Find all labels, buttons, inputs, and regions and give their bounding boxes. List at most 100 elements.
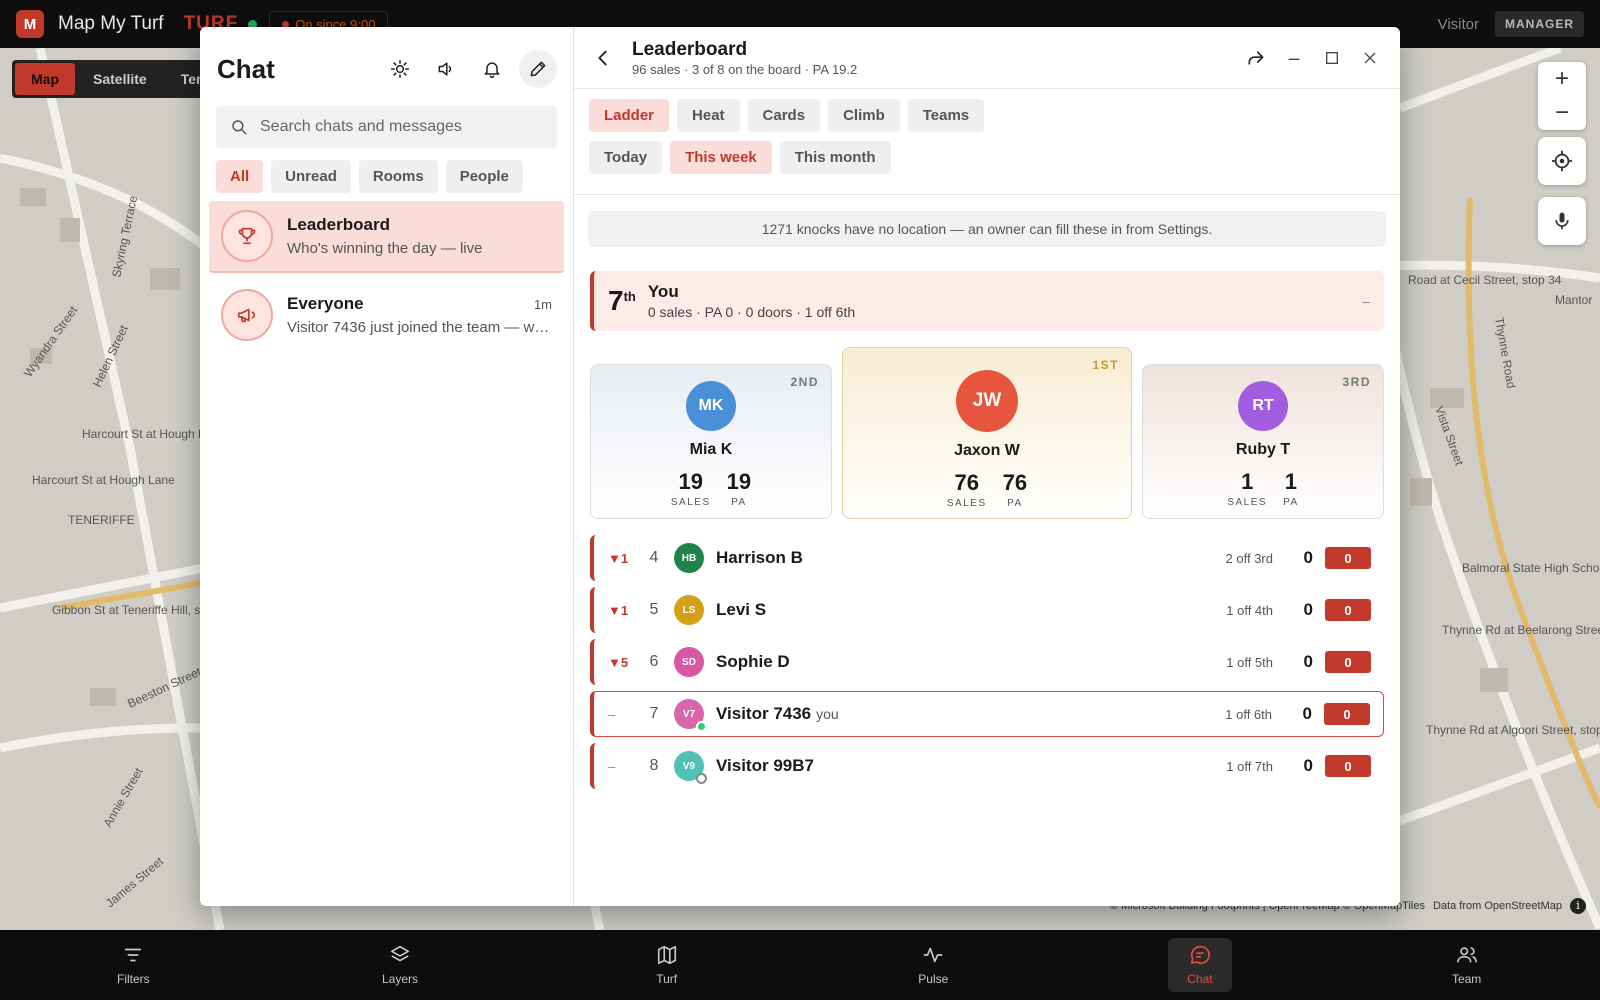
nav-label: Filters [116,972,150,986]
ladder-row[interactable]: – 8 V9 Visitor 99B7 1 off 7th 0 0 [590,743,1384,789]
nav-layers[interactable]: Layers [368,938,432,992]
voice-button[interactable] [1538,197,1586,245]
locate-button[interactable] [1538,137,1586,185]
avatar: RT [1238,381,1288,431]
ladder-row[interactable]: ▼1 5 LS Levi S 1 off 4th 0 0 [590,587,1384,633]
theme-button[interactable] [381,50,419,88]
ladder-row[interactable]: ▼5 6 SD Sophie D 1 off 5th 0 0 [590,639,1384,685]
player-name: Sophie D [716,652,790,671]
tab-heat[interactable]: Heat [677,99,740,132]
notifications-button[interactable] [473,50,511,88]
period-tabs: Today This week This month [574,132,1400,195]
view-tabs: Ladder Heat Cards Climb Teams [574,89,1400,132]
zoom-in-button[interactable]: + [1538,62,1586,96]
rank-change: ▼5 [608,654,629,670]
conversation-everyone[interactable]: Everyone 1m Visitor 7436 just joined the … [209,279,564,351]
close-icon [1364,52,1376,63]
chat-header: Chat [200,27,573,91]
rank-change: ▼1 [608,602,629,618]
player-name: Harrison B [716,548,803,567]
sales-value: 0 [1303,600,1313,619]
nav-turf[interactable]: Turf [635,938,699,992]
nav-pulse[interactable]: Pulse [901,938,965,992]
map-tab-satellite[interactable]: Satellite [77,63,163,95]
avatar: V7 [674,699,707,732]
pencil-icon [530,61,546,77]
score-badge: 0 [1325,547,1371,569]
podium-card-second[interactable]: 2ND MK Mia K 19 SALES 19 PA [590,364,832,519]
app-logo[interactable]: M [16,10,44,38]
map-tab-map[interactable]: Map [15,63,75,95]
maximize-button[interactable] [1320,46,1344,70]
gap-text: 1 off 4th [1226,602,1273,618]
chat-title: Chat [217,53,275,84]
period-this-week[interactable]: This week [670,141,772,174]
filter-all[interactable]: All [216,160,264,193]
street-label: Annie Street [100,765,145,830]
nav-chat[interactable]: Chat [1167,938,1232,992]
conversation-avatar [221,289,273,341]
filter-unread[interactable]: Unread [271,160,351,193]
conversation-list: Leaderboard Who's winning the day — live… [200,201,573,351]
your-rank-suffix: th [623,289,636,304]
attribution-link[interactable]: Data from OpenStreetMap [1433,900,1562,912]
ladder-row-you[interactable]: – 7 V7 Visitor 7436 you 1 off 6th 0 0 [590,691,1384,737]
podium-pa: 1 [1284,469,1297,494]
podium-place: 3RD [1342,375,1371,389]
podium-card-first[interactable]: 1ST JW Jaxon W 76 SALES 76 PA [842,347,1132,519]
chat-sidebar: Chat All Unread Ro [200,27,574,906]
period-today[interactable]: Today [589,141,663,174]
podium-place: 1ST [1092,358,1119,372]
info-icon[interactable]: i [1570,898,1586,914]
conversation-time: 1m [533,296,552,312]
tab-ladder[interactable]: Ladder [589,99,670,132]
avatar: JW [956,370,1018,432]
rank-number: 7 [649,705,659,722]
stop-label: Thynne Rd at Beelarong Street, stop 31 [1442,623,1600,637]
user-name[interactable]: Visitor [1438,16,1479,33]
suburb-label: TENERIFFE [68,513,135,527]
search-input[interactable] [260,118,540,136]
nav-team[interactable]: Team [1435,938,1499,992]
nav-filters[interactable]: Filters [101,938,165,992]
online-status-dot [696,721,707,732]
compose-button[interactable] [519,50,557,88]
zoom-out-button[interactable]: − [1538,96,1586,130]
podium-card-third[interactable]: 3RD RT Ruby T 1 SALES 1 PA [1142,364,1384,519]
sound-button[interactable] [427,50,465,88]
tab-cards[interactable]: Cards [747,99,821,132]
conversation-leaderboard[interactable]: Leaderboard Who's winning the day — live [209,201,564,273]
minimize-button[interactable] [1282,46,1306,70]
chat-filters: All Unread Rooms People [216,160,557,193]
tab-teams[interactable]: Teams [907,99,985,132]
avatar: SD [674,647,704,677]
period-this-month[interactable]: This month [779,141,891,174]
close-button[interactable] [1358,46,1382,70]
leaderboard-header: Leaderboard 96 sales · 3 of 8 on the boa… [574,27,1400,89]
your-stats: 0 sales · PA 0 · 0 doors · 1 off 6th [647,304,856,320]
tab-climb[interactable]: Climb [828,99,900,132]
share-button[interactable] [1244,46,1268,70]
back-icon[interactable] [592,47,614,69]
search-icon [232,120,247,135]
microphone-icon [1555,212,1569,230]
player-name: Visitor 7436 you [716,704,839,724]
your-name: You [647,282,679,301]
filter-icon [125,948,142,962]
podium-sales: 76 [954,470,979,495]
crosshair-icon [1551,150,1573,172]
street-label: Thynne Road [1492,316,1518,389]
nav-label: Turf [656,972,678,986]
street-label: Wyandra Street [21,303,81,380]
filter-people[interactable]: People [445,160,523,193]
filter-rooms[interactable]: Rooms [358,160,438,193]
leaderboard-title: Leaderboard [632,38,748,60]
app-title: Map My Turf [58,13,164,34]
street-label: Skyring Terrace [109,194,140,279]
ladder-row[interactable]: ▼1 4 HB Harrison B 2 off 3rd 0 0 [590,535,1384,581]
conversation-name: Everyone [287,294,364,313]
your-rank-card[interactable]: 7th You 0 sales · PA 0 · 0 doors · 1 off… [590,271,1384,331]
avatar: MK [686,381,736,431]
conversation-preview: Visitor 7436 just joined the team — welc… [287,319,552,336]
your-rank: 7th [608,285,636,317]
